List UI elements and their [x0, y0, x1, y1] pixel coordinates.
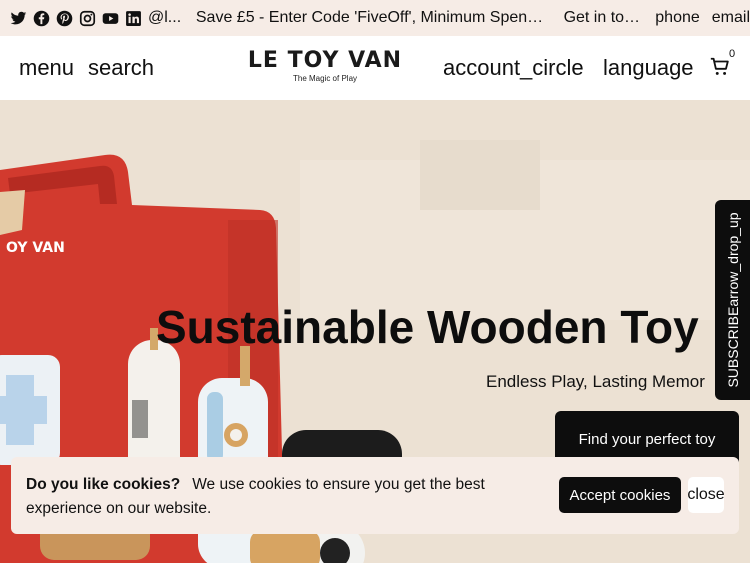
facebook-icon[interactable] [33, 10, 50, 27]
cart-count-badge: 0 [729, 48, 736, 60]
email-icon[interactable]: email [712, 9, 750, 27]
linkedin-icon[interactable] [125, 10, 142, 27]
youtube-icon[interactable] [102, 10, 119, 27]
promo-message[interactable]: Save £5 - Enter Code 'FiveOff', Minimum … [196, 9, 549, 27]
hero-subtitle: Endless Play, Lasting Memor [486, 372, 705, 391]
search-icon[interactable]: search [88, 55, 154, 81]
hero-title: Sustainable Wooden Toy [156, 301, 699, 353]
instagram-icon[interactable] [79, 10, 96, 27]
cart-icon[interactable] [709, 56, 731, 78]
subscribe-tab[interactable]: SUBSCRIBEarrow_drop_up [715, 200, 750, 400]
logo-wordmark: LE TOY VAN [247, 48, 403, 73]
language-icon[interactable]: language [603, 55, 694, 81]
cookie-banner: Do you like cookies? We use cookies to en… [11, 457, 739, 534]
phone-icon[interactable]: phone [655, 9, 700, 27]
social-links [0, 10, 142, 27]
close-cookie-button[interactable]: close [688, 477, 724, 513]
cookie-heading: Do you like cookies? [26, 476, 181, 493]
announcement-bar: @l... Save £5 - Enter Code 'FiveOff', Mi… [0, 0, 750, 36]
logo-tagline: The Magic of Play [292, 74, 358, 83]
account-icon[interactable]: account_circle [443, 55, 584, 81]
menu-icon[interactable]: menu [19, 55, 74, 81]
pinterest-icon[interactable] [56, 10, 73, 27]
get-in-touch-link[interactable]: Get in tou... [564, 9, 644, 27]
brand-logo[interactable]: LE TOY VAN The Magic of Play [240, 48, 410, 88]
toy-box-brand: OY VAN [6, 240, 65, 256]
social-handle-link[interactable]: @l... [148, 9, 182, 27]
site-header: menu search LE TOY VAN The Magic of Play… [0, 36, 750, 100]
subscribe-label: SUBSCRIBEarrow_drop_up [724, 212, 741, 388]
cookie-text: Do you like cookies? We use cookies to en… [26, 473, 506, 521]
accept-cookies-button[interactable]: Accept cookies [559, 477, 681, 513]
twitter-icon[interactable] [10, 10, 27, 27]
